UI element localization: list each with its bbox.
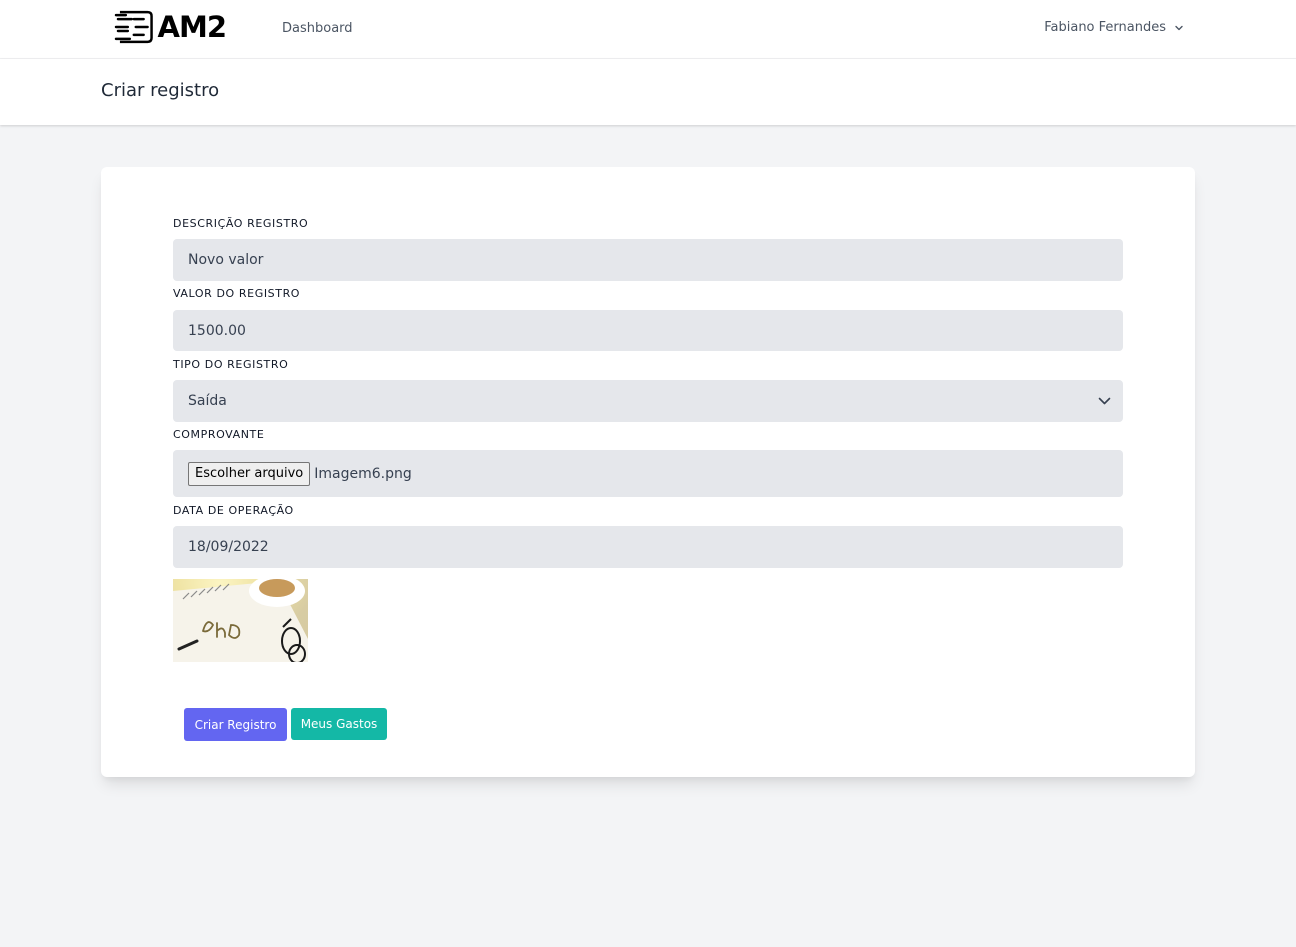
- page-title: Criar registro: [101, 80, 220, 101]
- page-header: Criar registro: [0, 59, 1296, 125]
- nav-link-dashboard[interactable]: Dashboard: [282, 21, 353, 36]
- user-name: Fabiano Fernandes: [1044, 20, 1166, 35]
- app-logo[interactable]: AM2: [114, 9, 227, 45]
- chevron-down-icon: [1098, 397, 1111, 405]
- file-name: Imagem6.png: [314, 465, 412, 482]
- tipo-select[interactable]: Saída: [173, 380, 1123, 422]
- form-card: Descrição registro Novo valor Valor do r…: [101, 167, 1195, 777]
- receipt-preview-image: [173, 579, 308, 662]
- chevron-down-icon: [1175, 25, 1183, 30]
- descricao-input[interactable]: Novo valor: [173, 239, 1123, 281]
- data-value: 18/09/2022: [188, 539, 269, 555]
- valor-value: 1500.00: [188, 322, 246, 339]
- descricao-label: Descrição registro: [173, 217, 309, 230]
- comprovante-file-input: Escolher arquivo Imagem6.png: [173, 450, 1123, 497]
- choose-file-button[interactable]: Escolher arquivo: [188, 461, 311, 486]
- logo-text: AM2: [157, 10, 227, 44]
- user-menu[interactable]: Fabiano Fernandes: [1044, 20, 1184, 35]
- my-expenses-button[interactable]: Meus Gastos: [291, 708, 387, 740]
- tipo-label: Tipo do registro: [173, 358, 289, 371]
- valor-input[interactable]: 1500.00: [173, 310, 1123, 351]
- top-navigation: AM2 Dashboard Fabiano Fernandes: [0, 0, 1296, 59]
- tipo-value: Saída: [188, 393, 227, 409]
- logo-icon: [114, 10, 153, 44]
- descricao-value: Novo valor: [188, 252, 264, 268]
- create-record-button[interactable]: Criar Registro: [184, 708, 287, 741]
- data-label: Data de operação: [173, 504, 294, 517]
- data-input[interactable]: 18/09/2022: [173, 526, 1123, 568]
- comprovante-label: Comprovante: [173, 428, 265, 441]
- valor-label: Valor do registro: [173, 287, 301, 300]
